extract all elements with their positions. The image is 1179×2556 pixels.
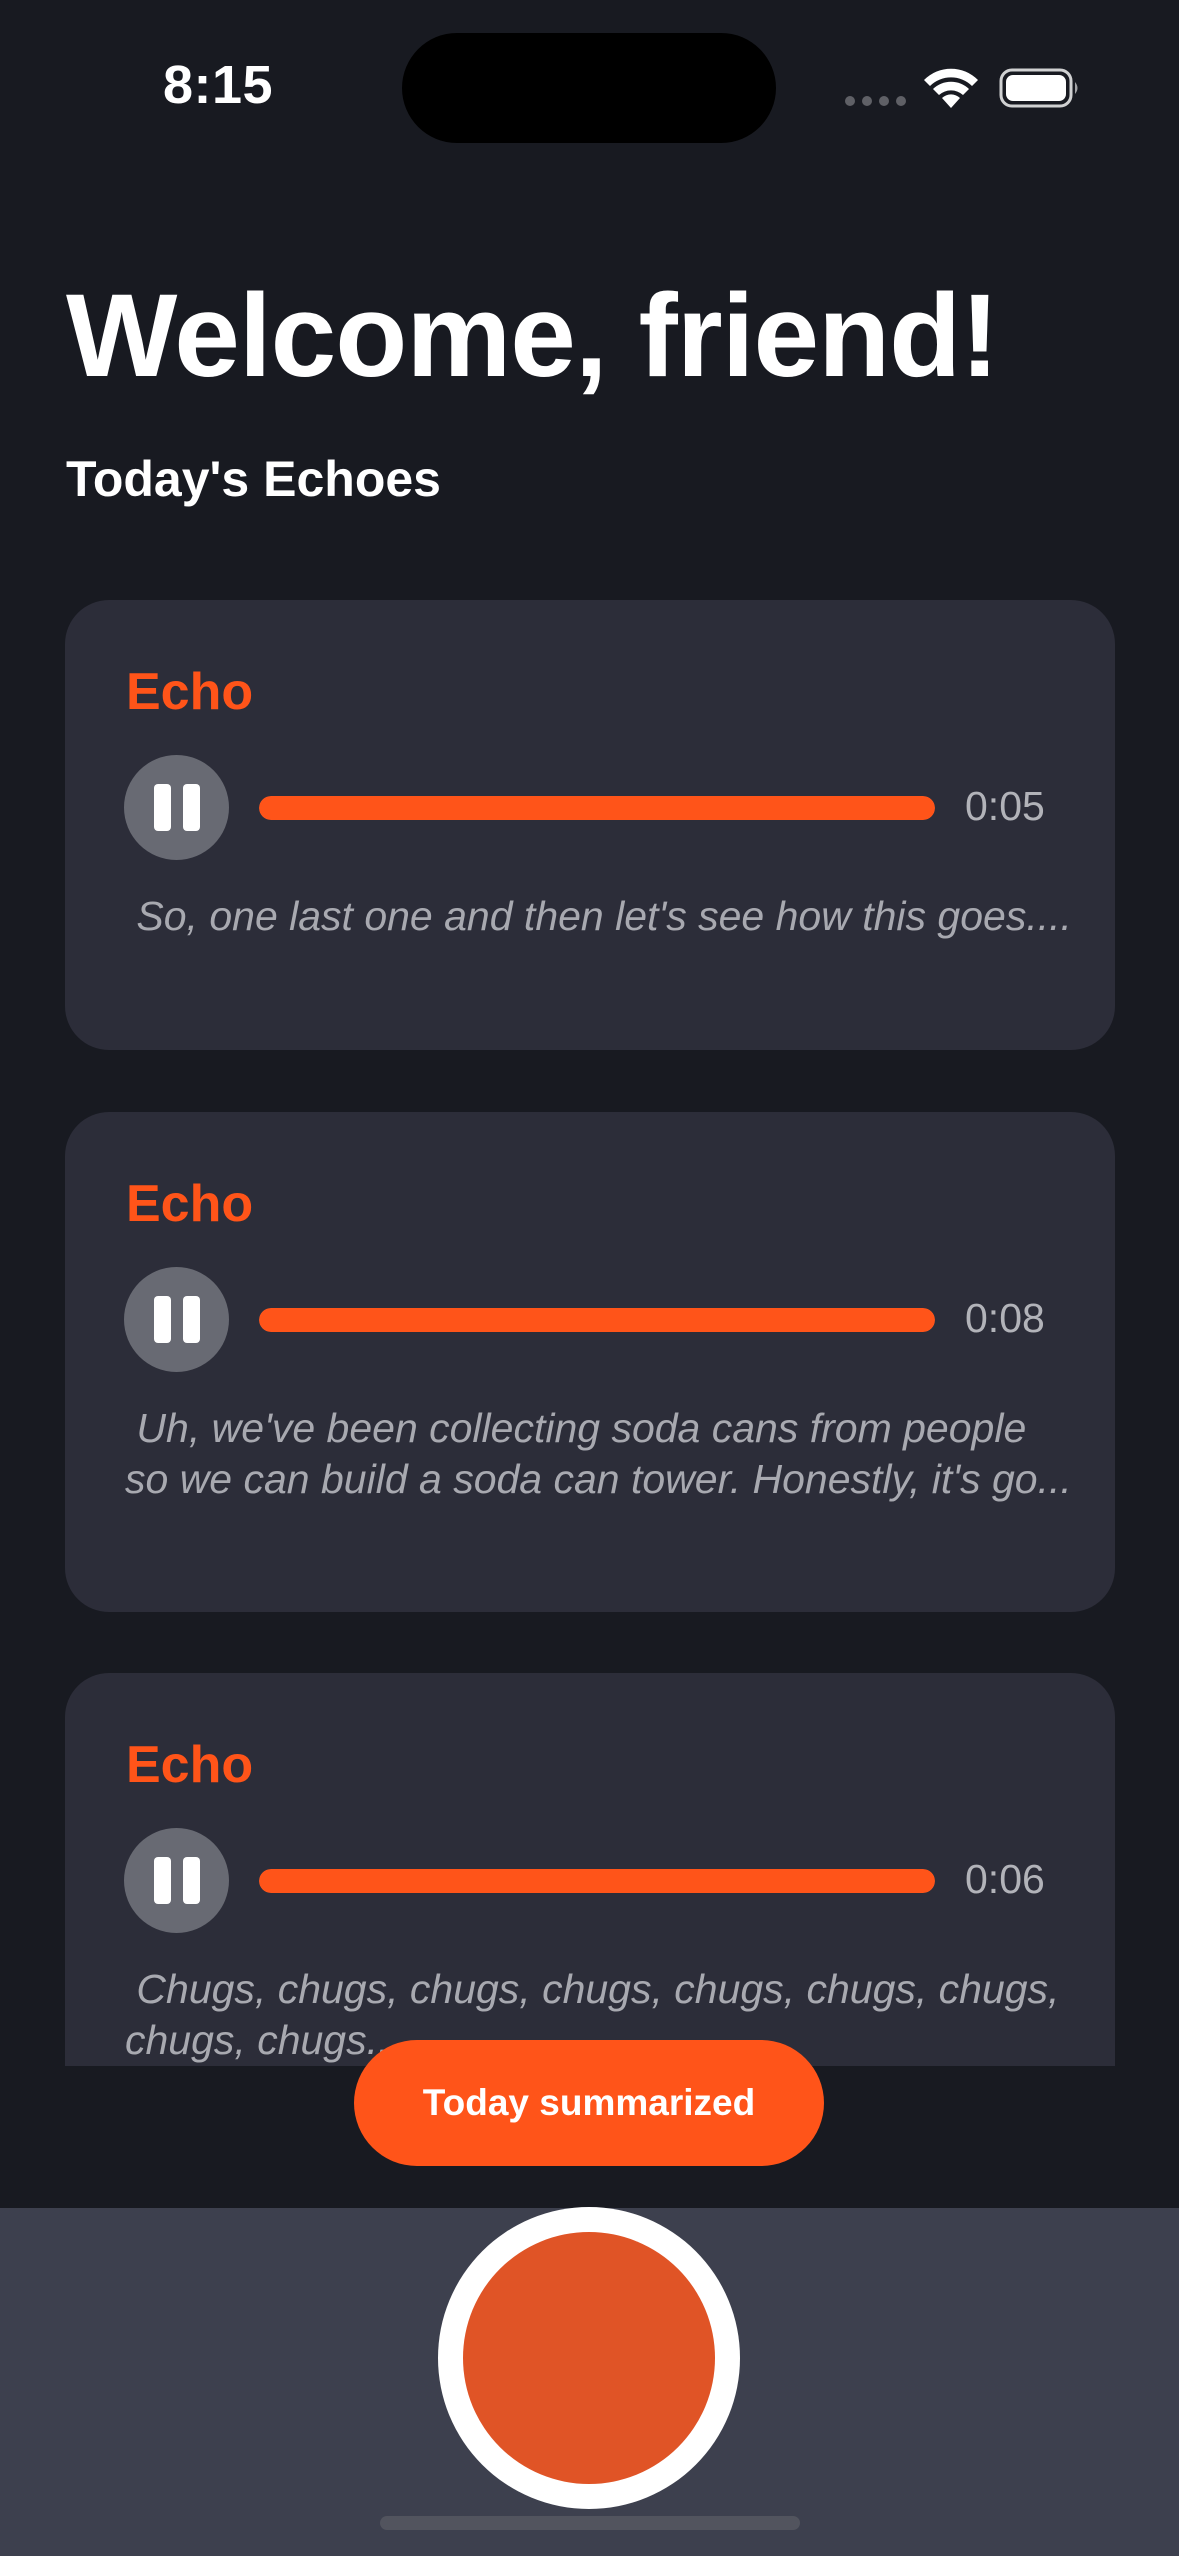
page-title: Welcome, friend! xyxy=(66,270,1000,402)
progress-fill xyxy=(259,796,935,820)
section-title: Today's Echoes xyxy=(66,451,441,507)
progress-fill xyxy=(259,1308,935,1332)
echo-title: Echo xyxy=(126,1736,254,1794)
echo-title: Echo xyxy=(126,663,254,721)
pause-icon xyxy=(153,784,171,831)
dynamic-island xyxy=(402,33,776,143)
pause-button[interactable] xyxy=(124,755,229,860)
record-button[interactable] xyxy=(438,2207,740,2509)
battery-icon xyxy=(999,68,1078,108)
echo-duration: 0:08 xyxy=(965,1295,1045,1341)
echo-duration: 0:05 xyxy=(965,783,1045,829)
record-icon xyxy=(463,2232,715,2484)
echo-list[interactable]: Echo 0:05 So, one last one and then let'… xyxy=(0,600,1179,2066)
echo-card[interactable]: Echo 0:06 Chugs, chugs, chugs, chugs, ch… xyxy=(65,1673,1115,2066)
echo-duration: 0:06 xyxy=(965,1856,1045,1902)
today-summarized-button[interactable]: Today summarized xyxy=(354,2040,824,2166)
progress-bar[interactable] xyxy=(259,1308,935,1332)
echo-title: Echo xyxy=(126,1175,254,1233)
echo-transcript: Uh, we've been collecting soda cans from… xyxy=(125,1405,1072,1502)
echo-card[interactable]: Echo 0:08 Uh, we've been collecting soda… xyxy=(65,1112,1115,1612)
wifi-icon xyxy=(924,68,978,108)
echo-card[interactable]: Echo 0:05 So, one last one and then let'… xyxy=(65,600,1115,1050)
pause-icon xyxy=(153,1857,171,1904)
progress-fill xyxy=(259,1869,935,1893)
app-screen: 8:15 Welcome, friend! Today's Echoes Ech… xyxy=(0,0,1179,2556)
signal-dots-icon xyxy=(845,96,906,106)
pause-button[interactable] xyxy=(124,1267,229,1372)
progress-bar[interactable] xyxy=(259,1869,935,1893)
pause-icon xyxy=(153,1296,171,1343)
pause-button[interactable] xyxy=(124,1828,229,1933)
progress-bar[interactable] xyxy=(259,796,935,820)
echo-transcript: So, one last one and then let's see how … xyxy=(125,893,1072,939)
home-indicator[interactable] xyxy=(380,2516,800,2530)
status-time: 8:15 xyxy=(163,55,274,115)
